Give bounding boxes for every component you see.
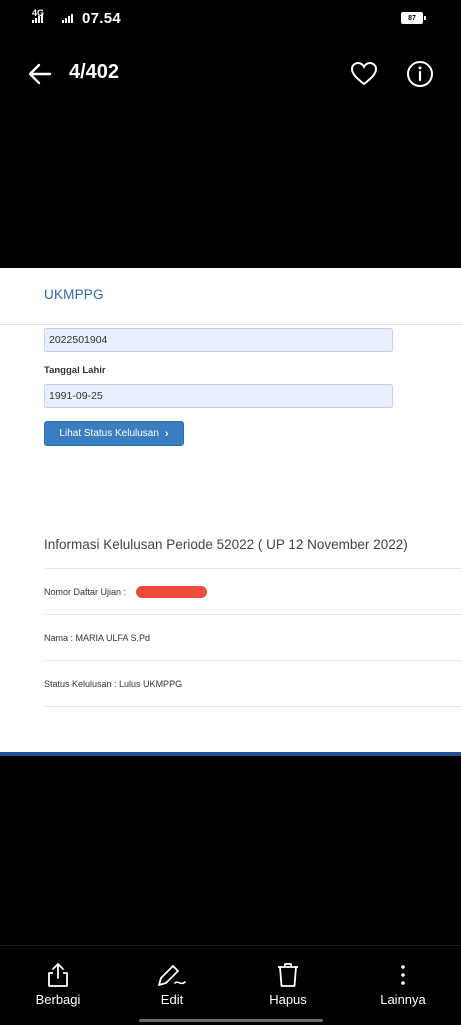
more-button[interactable]: Lainnya [358,946,448,1016]
redaction-mark [136,586,207,598]
check-button-label: Lihat Status Kelulusan [59,428,159,439]
more-vertical-icon [401,965,405,985]
nav-divider [0,324,461,325]
status-bar: 4G 07.54 87 [0,0,461,36]
name-row: Nama : MARIA ULFA S.Pd [44,614,461,660]
edit-button[interactable]: Edit [127,946,217,1016]
share-label: Berbagi [35,992,81,1007]
birth-date-field: 1991-09-25 [44,384,393,408]
edit-icon [158,965,186,986]
image-counter: 4/402 [69,61,120,83]
heart-icon[interactable] [349,60,379,88]
clock: 07.54 [82,10,122,27]
share-icon [48,963,68,987]
info-table-end [44,706,461,707]
share-button[interactable]: Berbagi [13,946,103,1016]
exam-number-label: Nomor Daftar Ujian : [44,587,127,597]
viewer-header: 4/402 [0,48,461,100]
edit-label: Edit [160,992,184,1007]
battery-icon: 87 [401,12,426,24]
exam-number-row: Nomor Daftar Ujian : [44,568,461,614]
chevron-right-icon: › [164,427,169,440]
signal-icon [32,14,43,23]
graduation-info-title: Informasi Kelulusan Periode 52022 ( UP 1… [44,537,408,552]
info-icon[interactable] [405,59,435,89]
birth-date-label: Tanggal Lahir [44,365,106,376]
delete-button[interactable]: Hapus [243,946,333,1016]
delete-label: Hapus [269,992,307,1007]
bottom-toolbar: Berbagi Edit Hapus Lainnya [0,945,461,1025]
signal-icon-secondary [62,14,73,23]
name-text: Nama : MARIA ULFA S.Pd [44,633,151,643]
more-label: Lainnya [380,992,426,1007]
home-indicator[interactable] [139,1019,323,1022]
battery-level: 87 [408,14,416,22]
page-bottom-rule [0,752,461,756]
registration-number-field: 2022501904 [44,328,393,352]
photo-content[interactable]: UKMPPG 2022501904 Tanggal Lahir 1991-09-… [0,268,461,756]
site-brand: UKMPPG [44,287,104,302]
status-row: Status Kelulusan : Lulus UKMPPG [44,660,461,706]
arrow-left-icon[interactable] [26,60,56,88]
trash-icon [278,963,298,987]
status-text: Status Kelulusan : Lulus UKMPPG [44,679,183,689]
check-graduation-status-button: Lihat Status Kelulusan › [44,421,184,446]
